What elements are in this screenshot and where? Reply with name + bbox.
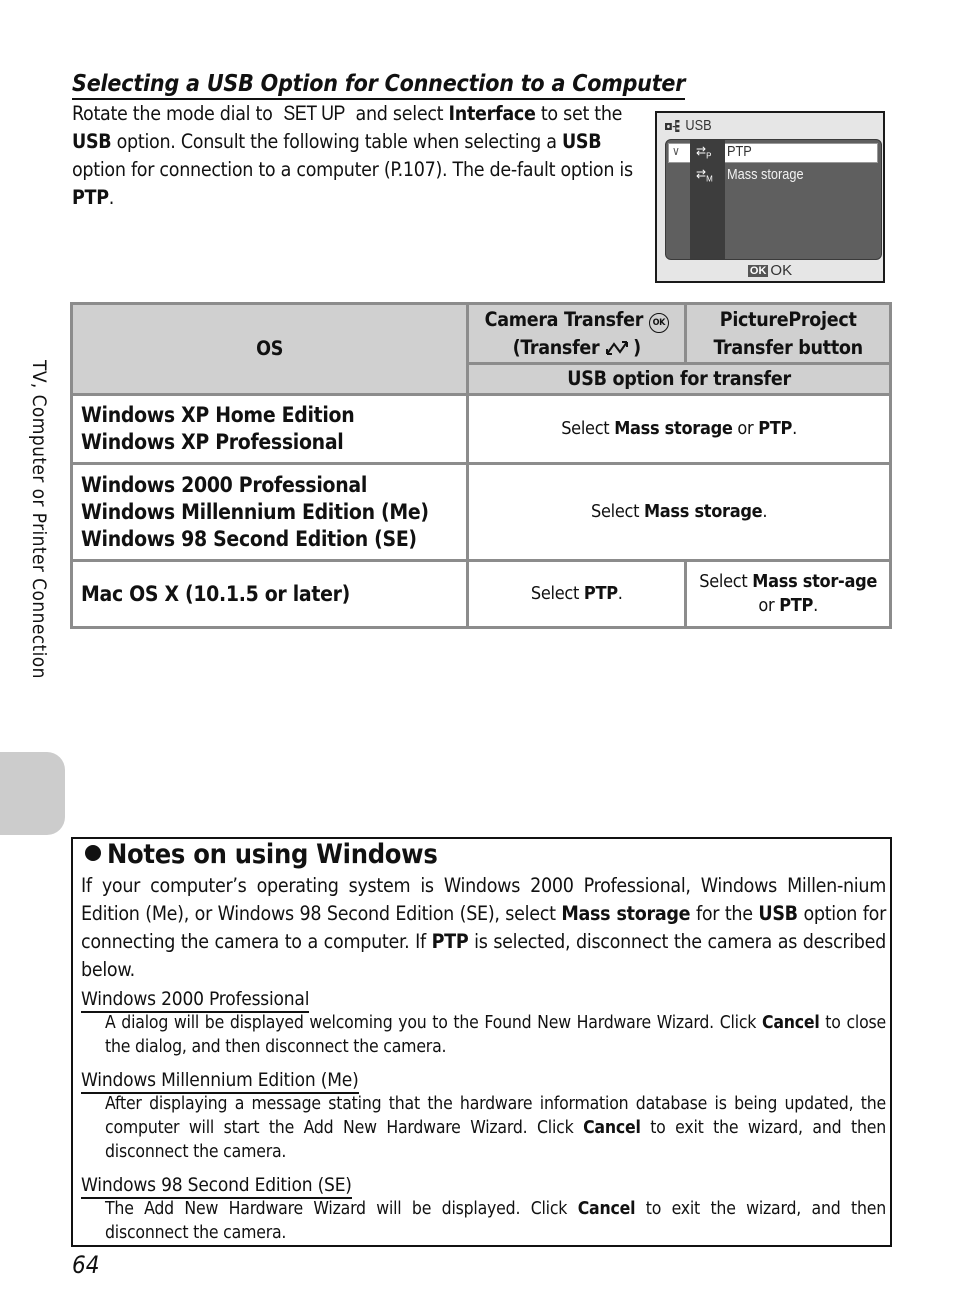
section-title: Selecting a USB Option for Connection to… xyxy=(72,70,685,100)
lcd-menu-panel: ∨ ⇄P ⇄M PTP Mass storage xyxy=(665,139,882,260)
usb-term: USB xyxy=(72,130,112,153)
usb-option-cell: Select Mass storage. xyxy=(466,462,892,562)
os-name: Windows XP Professional xyxy=(81,430,344,454)
chapter-side-label: TV, Computer or Printer Connection xyxy=(28,360,50,679)
transfer-wave-icon xyxy=(605,336,633,359)
intro-text: option for connection to a computer (P.1… xyxy=(72,158,633,181)
notes-box: Notes on using Windows If your computer’… xyxy=(71,837,892,1247)
note-heading-winme: Windows Millennium Edition (Me) xyxy=(81,1068,359,1094)
intro-paragraph: Rotate the mode dial to SET UP and selec… xyxy=(72,100,637,212)
ok-circle-icon: OK xyxy=(648,312,669,333)
lcd-title-text: USB xyxy=(685,117,712,134)
os-name: Windows 2000 Professional xyxy=(81,472,367,497)
lcd-footer-label: OK xyxy=(770,262,793,279)
note-heading-win98se: Windows 98 Second Edition (SE) xyxy=(81,1173,352,1199)
note-text-win2000: A dialog will be displayed welcoming you… xyxy=(105,1013,886,1057)
setup-mode-label: SET UP xyxy=(283,102,345,125)
chapter-side-tab xyxy=(0,752,65,835)
interface-term: Interface xyxy=(448,102,536,125)
header-pp-line1: PictureProject xyxy=(719,307,857,331)
ok-button-icon: OK xyxy=(747,265,769,277)
page-number: 64 xyxy=(72,1251,100,1279)
os-cell: Windows 2000 Professional Windows Millenn… xyxy=(69,462,470,562)
header-pictureproject: PictureProject Transfer button xyxy=(684,302,892,365)
notes-body: If your computer’s operating system is W… xyxy=(81,874,887,981)
lcd-option-ptp[interactable]: PTP xyxy=(727,143,752,160)
bullet-icon xyxy=(85,845,101,861)
note-text-winme: After displaying a message stating that … xyxy=(105,1094,886,1162)
camera-lcd-screen: USB ∨ ⇄P ⇄M PTP Mass storage OK OK xyxy=(655,111,885,283)
usb-option-table: OS Camera Transfer OK (Transfer ) Pictur… xyxy=(69,302,892,629)
camera-transfer-cell: Select PTP. xyxy=(466,559,688,629)
pictureproject-cell: Select Mass stor-age or PTP. xyxy=(684,559,892,629)
notes-title: Notes on using Windows xyxy=(85,839,438,870)
note-text-win98se: The Add New Hardware Wizard will be disp… xyxy=(105,1199,887,1243)
table-row: Windows XP Home Edition Windows XP Profes… xyxy=(69,393,892,465)
intro-text: Rotate the mode dial to xyxy=(72,102,278,125)
os-name: Windows Millennium Edition (Me) xyxy=(81,499,429,524)
usb-option-cell: Select Mass storage or PTP. xyxy=(466,393,892,465)
header-camera-line1: Camera Transfer OK xyxy=(477,306,676,334)
os-name: Windows 98 Second Edition (SE) xyxy=(81,526,417,551)
os-name: Windows XP Home Edition xyxy=(81,403,355,427)
subheader-usb-option: USB option for transfer xyxy=(466,362,892,396)
header-camera-transfer: Camera Transfer OK (Transfer ) xyxy=(466,302,688,365)
note-heading-win2000: Windows 2000 Professional xyxy=(81,987,309,1013)
intro-text: to set the xyxy=(535,102,623,125)
lcd-option-mass-storage[interactable]: Mass storage xyxy=(727,166,804,183)
camera-interface-icon xyxy=(665,119,680,132)
header-pp-line2: Transfer button xyxy=(713,335,863,359)
lcd-title: USB xyxy=(665,117,712,134)
check-chevron-icon: ∨ xyxy=(672,144,680,158)
os-cell: Mac OS X (10.1.5 or later) xyxy=(69,559,470,629)
header-camera-line2: (Transfer ) xyxy=(512,335,642,359)
header-os: OS xyxy=(69,302,470,396)
table-row: Windows 2000 Professional Windows Millenn… xyxy=(69,462,892,562)
lcd-footer: OK OK xyxy=(657,262,883,279)
intro-text: and select xyxy=(350,102,449,125)
intro-text: . xyxy=(108,186,115,209)
os-cell: Windows XP Home Edition Windows XP Profes… xyxy=(69,393,470,465)
os-name: Mac OS X (10.1.5 or later) xyxy=(81,581,350,606)
usb-mass-storage-icon: ⇄M xyxy=(696,167,713,184)
usb-term: USB xyxy=(561,130,602,153)
table-row: Mac OS X (10.1.5 or later) Select PTP. S… xyxy=(69,559,892,629)
usb-ptp-icon: ⇄P xyxy=(696,144,712,161)
ptp-term: PTP xyxy=(72,186,109,209)
intro-text: option. Consult the following table when… xyxy=(111,130,562,153)
